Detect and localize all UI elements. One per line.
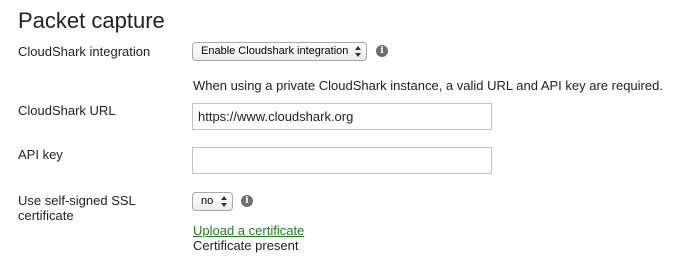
section-title: Packet capture — [18, 8, 165, 33]
ssl-certificate-select[interactable]: no — [192, 192, 233, 211]
cloudshark-url-input[interactable]: https://www.cloudshark.org — [192, 103, 492, 130]
cloudshark-integration-label: CloudShark integration — [18, 44, 151, 59]
api-key-input[interactable] — [192, 147, 492, 174]
cloudshark-url-label: CloudShark URL — [18, 103, 116, 118]
select-arrows-icon — [355, 46, 361, 57]
upload-certificate-link[interactable]: Upload a certificate — [193, 223, 304, 238]
ssl-certificate-label: Use self-signed SSL certificate — [18, 193, 136, 223]
info-icon[interactable]: i — [241, 195, 253, 207]
cloudshark-integration-select-value: Enable Cloudshark integration — [201, 45, 349, 57]
ssl-certificate-select-value: no — [201, 195, 214, 207]
info-icon[interactable]: i — [376, 45, 388, 57]
certificate-status: Certificate present — [193, 238, 299, 253]
api-key-label: API key — [18, 147, 63, 162]
cloudshark-integration-select[interactable]: Enable Cloudshark integration — [192, 42, 367, 61]
select-arrows-icon — [221, 196, 227, 207]
cloudshark-integration-hint: When using a private CloudShark instance… — [193, 78, 663, 93]
